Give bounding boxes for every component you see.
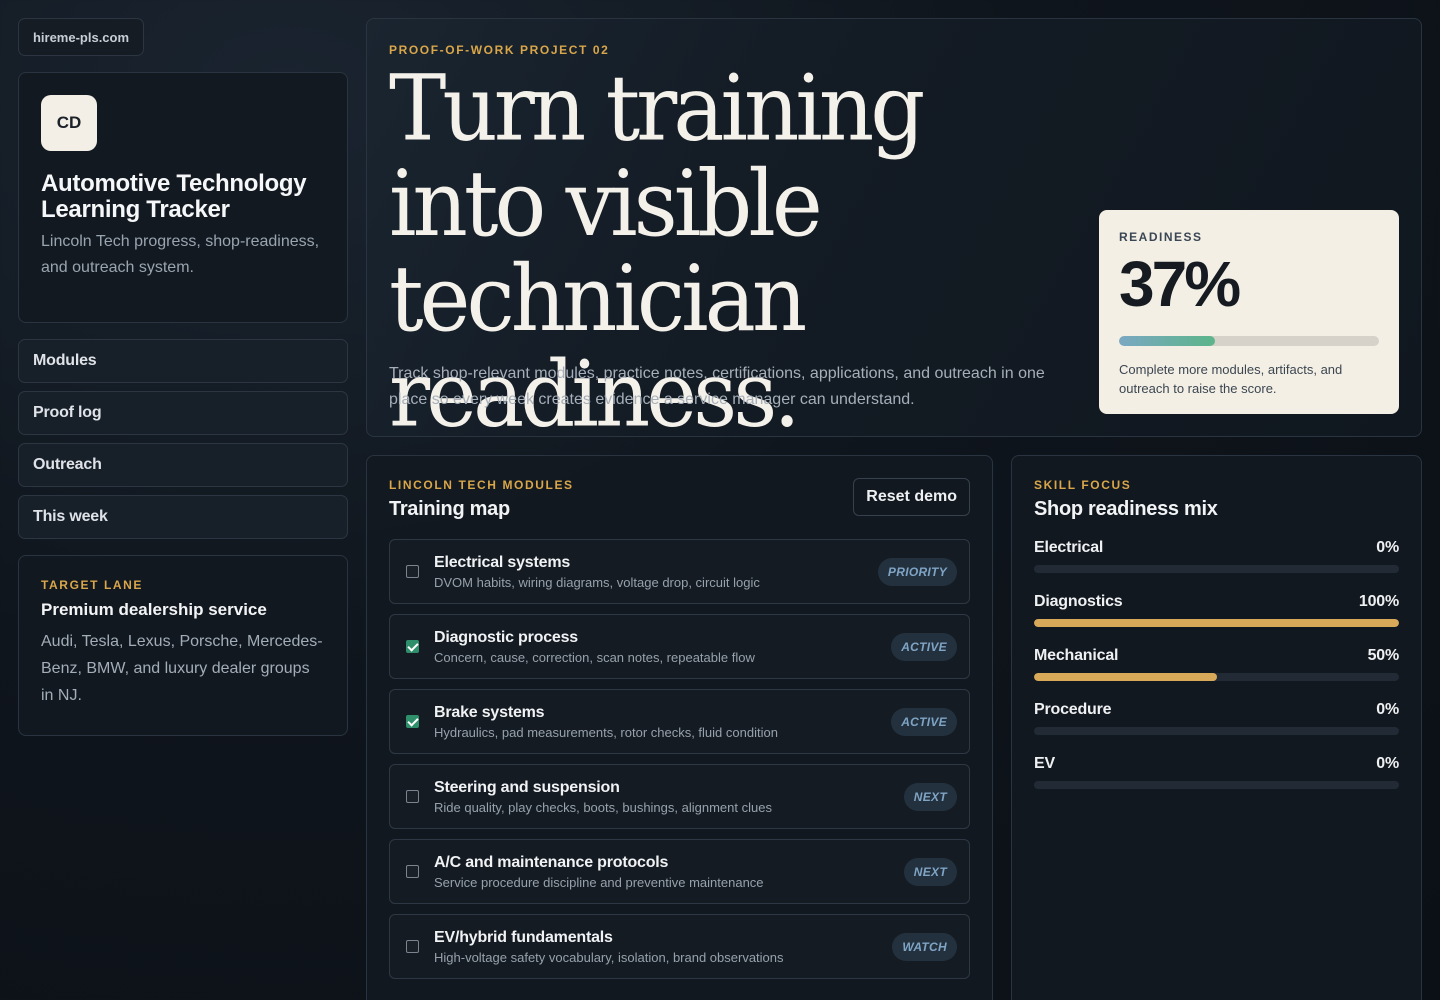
module-name: A/C and maintenance protocols — [434, 853, 669, 871]
skill-name: EV — [1034, 755, 1055, 772]
module-name: EV/hybrid fundamentals — [434, 928, 613, 946]
skill-name: Electrical — [1034, 539, 1104, 556]
readiness-progress-fill — [1119, 336, 1216, 346]
module-checkbox[interactable] — [406, 940, 419, 953]
module-description: Concern, cause, correction, scan notes, … — [434, 649, 755, 665]
skill-item: Diagnostics 100% — [1034, 593, 1399, 627]
app-subtitle: Lincoln Tech progress, shop-readiness, a… — [41, 233, 320, 276]
skill-progress-fill — [1034, 673, 1217, 681]
nav-item-modules[interactable]: Modules — [18, 339, 348, 383]
skill-percent: 0% — [1376, 701, 1399, 718]
readiness-progress-bar — [1119, 336, 1379, 346]
app-title: Automotive Technology Learning Tracker — [41, 170, 307, 223]
module-status-badge: PRIORITY — [877, 558, 957, 586]
skill-progress-bar — [1034, 673, 1399, 681]
module-status-badge: WATCH — [892, 933, 957, 961]
module-description: Ride quality, play checks, boots, bushin… — [434, 799, 772, 815]
module-description: DVOM habits, wiring diagrams, voltage dr… — [434, 574, 760, 590]
module-checkbox[interactable] — [406, 640, 419, 653]
module-row[interactable]: Brake systems Hydraulics, pad measurement… — [389, 689, 970, 754]
skill-name: Diagnostics — [1034, 593, 1123, 610]
modules-panel: LINCOLN TECH MODULES Training map Reset … — [366, 455, 993, 1000]
target-lane-card: TARGET LANE Premium dealership service A… — [18, 555, 348, 736]
skills-eyebrow: SKILL FOCUS — [1034, 478, 1132, 492]
skill-progress-bar — [1034, 781, 1399, 789]
module-checkbox[interactable] — [406, 715, 419, 728]
hero-panel: PROOF-OF-WORK PROJECT 02 Turn training i… — [366, 18, 1422, 443]
readiness-label: READINESS — [1119, 230, 1203, 244]
skill-percent: 0% — [1376, 755, 1399, 772]
target-lane-text: Audi, Tesla, Lexus, Porsche, Mercedes-Be… — [41, 633, 323, 704]
skill-percent: 100% — [1358, 593, 1399, 610]
nav-item-outreach[interactable]: Outreach — [18, 443, 348, 487]
module-status-badge: ACTIVE — [891, 708, 957, 736]
skill-percent: 0% — [1376, 539, 1399, 556]
skill-progress-bar — [1034, 565, 1399, 573]
module-checkbox[interactable] — [406, 565, 419, 578]
nav-item-proof-log[interactable]: Proof log — [18, 391, 348, 435]
skills-title: Shop readiness mix — [1034, 498, 1218, 520]
skill-name: Mechanical — [1034, 647, 1119, 664]
skill-item: Mechanical 50% — [1034, 647, 1399, 681]
module-text: EV/hybrid fundamentals High-voltage safet… — [434, 929, 784, 965]
module-status-badge: ACTIVE — [891, 633, 957, 661]
module-name: Brake systems — [434, 703, 545, 721]
module-description: Hydraulics, pad measurements, rotor chec… — [434, 724, 778, 740]
target-lane-eyebrow: TARGET LANE — [41, 578, 144, 592]
skill-name: Procedure — [1034, 701, 1112, 718]
skill-progress-fill — [1034, 619, 1399, 627]
module-name: Electrical systems — [434, 553, 571, 571]
skill-progress-bar — [1034, 619, 1399, 627]
module-text: Electrical systems DVOM habits, wiring di… — [434, 554, 760, 590]
skills-panel: SKILL FOCUS Shop readiness mix Electrica… — [1011, 455, 1422, 1000]
module-row[interactable]: Electrical systems DVOM habits, wiring di… — [389, 539, 970, 604]
avatar: CD — [41, 95, 97, 151]
nav-item-this-week[interactable]: This week — [18, 495, 348, 539]
reset-demo-button[interactable]: Reset demo — [853, 478, 970, 516]
module-list: Electrical systems DVOM habits, wiring di… — [389, 539, 970, 979]
module-name: Steering and suspension — [434, 778, 620, 796]
module-description: High-voltage safety vocabulary, isolatio… — [434, 949, 784, 965]
module-text: Brake systems Hydraulics, pad measurement… — [434, 704, 778, 740]
skill-progress-bar — [1034, 727, 1399, 735]
module-status-badge: NEXT — [903, 858, 957, 886]
domain-link[interactable]: hireme-pls.com — [18, 18, 144, 56]
skill-item: EV 0% — [1034, 755, 1399, 789]
readiness-card: READINESS 37% Complete more modules, art… — [1099, 210, 1399, 414]
readiness-note: Complete more modules, artifacts, and ou… — [1119, 362, 1343, 396]
module-checkbox[interactable] — [406, 865, 419, 878]
module-text: A/C and maintenance protocols Service pro… — [434, 854, 764, 890]
module-description: Service procedure discipline and prevent… — [434, 874, 764, 890]
target-lane-title: Premium dealership service — [41, 600, 267, 619]
readiness-value: 37% — [1119, 248, 1241, 320]
module-row[interactable]: EV/hybrid fundamentals High-voltage safet… — [389, 914, 970, 979]
module-name: Diagnostic process — [434, 628, 579, 646]
skill-item: Procedure 0% — [1034, 701, 1399, 735]
module-status-badge: NEXT — [903, 783, 957, 811]
module-text: Diagnostic process Concern, cause, correc… — [434, 629, 755, 665]
skill-list: Electrical 0% Diagnostics 100% Mechanical 50%… — [1034, 539, 1399, 789]
module-row[interactable]: A/C and maintenance protocols Service pro… — [389, 839, 970, 904]
hero-description: Track shop-relevant modules, practice no… — [389, 365, 1045, 408]
module-checkbox[interactable] — [406, 790, 419, 803]
skill-item: Electrical 0% — [1034, 539, 1399, 573]
skill-percent: 50% — [1367, 647, 1400, 664]
module-text: Steering and suspension Ride quality, pla… — [434, 779, 772, 815]
brand-card: CD Automotive Technology Learning Tracke… — [18, 72, 348, 323]
module-row[interactable]: Diagnostic process Concern, cause, correc… — [389, 614, 970, 679]
module-row[interactable]: Steering and suspension Ride quality, pla… — [389, 764, 970, 829]
